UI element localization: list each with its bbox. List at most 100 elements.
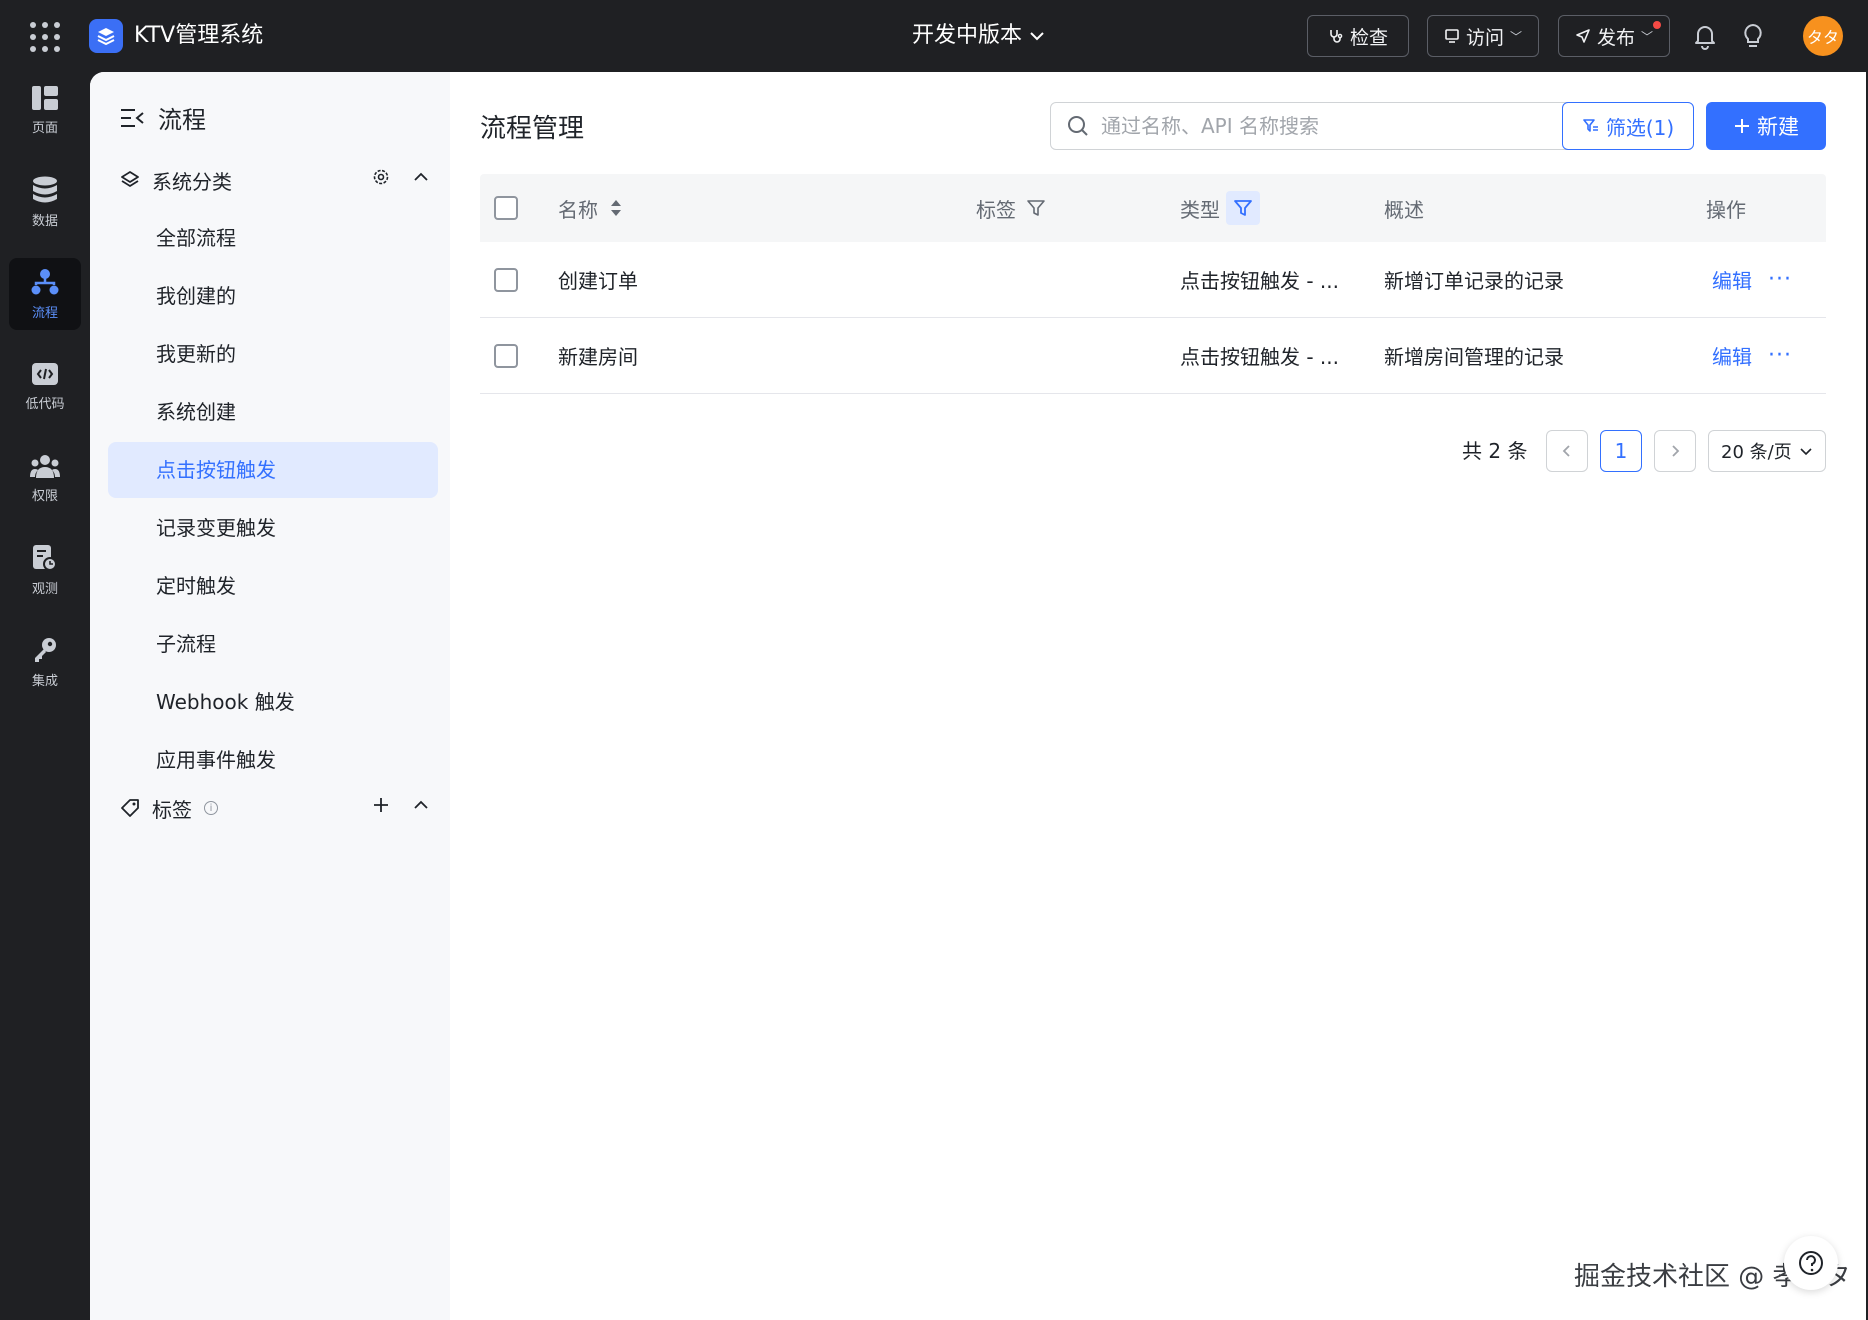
- filter-icon[interactable]: [1026, 198, 1046, 218]
- sidebar-item-all[interactable]: 全部流程: [108, 210, 438, 266]
- visit-label: 访问: [1465, 26, 1504, 49]
- new-label: 新建: [1757, 115, 1799, 139]
- table-header: 名称 标签 类型 概述 操作: [480, 174, 1826, 242]
- users-icon: [30, 454, 60, 478]
- sidebar-item-webhook-trigger[interactable]: Webhook 触发: [108, 674, 438, 730]
- search-box[interactable]: [1050, 102, 1634, 150]
- sidebar-item-subflow[interactable]: 子流程: [108, 616, 438, 672]
- sidebar-item-created-by-me[interactable]: 我创建的: [108, 268, 438, 324]
- sidebar-item-app-event-trigger[interactable]: 应用事件触发: [108, 732, 438, 788]
- plus-icon: [1735, 119, 1749, 133]
- sort-icon[interactable]: [610, 198, 622, 218]
- help-icon: [1799, 1251, 1823, 1275]
- chevron-down-icon: ﹀: [1510, 29, 1523, 44]
- page-size-label: 20 条/页: [1721, 442, 1792, 463]
- next-page-button[interactable]: [1654, 430, 1696, 472]
- page-title: 流程管理: [480, 114, 585, 144]
- sidebar-item-record-change-trigger[interactable]: 记录变更触发: [108, 500, 438, 556]
- row-desc: 新增订单记录的记录: [1384, 269, 1564, 293]
- pagination-total: 共 2 条: [1462, 439, 1528, 463]
- rail-label: 流程: [31, 305, 58, 321]
- pages-icon: [32, 85, 58, 110]
- flow-icon: [31, 268, 59, 294]
- app-grid-icon[interactable]: [30, 22, 60, 52]
- rail-item-integration[interactable]: 集成: [9, 626, 81, 698]
- chevron-down-icon: [1030, 32, 1044, 41]
- row-checkbox[interactable]: [494, 343, 518, 368]
- filter-button[interactable]: 筛选(1): [1562, 102, 1694, 150]
- page-button-current[interactable]: 1: [1600, 430, 1642, 472]
- chevron-up-icon[interactable]: [412, 796, 430, 814]
- gear-icon[interactable]: [372, 168, 390, 186]
- chevron-left-icon: [1562, 445, 1570, 457]
- version-selector[interactable]: 开发中版本: [912, 20, 1046, 52]
- info-icon[interactable]: i: [204, 801, 218, 815]
- main-area: 流程 系统分类 全部流程 我创建的 我更新的 系统创建 点击按钮触发 记录变更触…: [90, 72, 1866, 1320]
- search-input[interactable]: [1101, 114, 1581, 138]
- app-logo-icon: [89, 19, 123, 53]
- check-button[interactable]: 检查: [1307, 15, 1409, 57]
- chevron-up-icon[interactable]: [412, 168, 430, 186]
- edit-link[interactable]: 编辑: [1712, 318, 1752, 393]
- col-tag-label: 标签: [976, 197, 1016, 222]
- table-row[interactable]: 新建房间 点击按钮触发 - ... 新增房间管理的记录 编辑 ···: [480, 318, 1826, 394]
- rail-label: 集成: [31, 673, 58, 689]
- publish-label: 发布: [1596, 26, 1635, 49]
- filter-label: 筛选(1): [1605, 115, 1675, 140]
- row-checkbox[interactable]: [494, 267, 518, 292]
- key-icon: [35, 637, 56, 662]
- rail-label: 页面: [31, 120, 58, 136]
- row-type: 点击按钮触发 - ...: [1180, 269, 1340, 293]
- publish-button[interactable]: 发布 ﹀: [1558, 15, 1670, 57]
- rail-label: 观测: [31, 581, 58, 597]
- rail-item-pages[interactable]: 页面: [9, 74, 81, 146]
- version-label: 开发中版本: [912, 23, 1023, 48]
- more-actions-icon[interactable]: ···: [1768, 242, 1792, 317]
- rail-item-permission[interactable]: 权限: [9, 442, 81, 514]
- more-actions-icon[interactable]: ···: [1768, 318, 1792, 393]
- flow-table: 名称 标签 类型 概述 操作 创建订单 点击按钮触发 - ... 新增订单记录的…: [480, 174, 1826, 394]
- check-label: 检查: [1349, 26, 1388, 49]
- row-name[interactable]: 新建房间: [558, 318, 638, 393]
- col-desc: 概述: [1384, 197, 1424, 222]
- rail-label: 权限: [31, 488, 58, 504]
- avatar[interactable]: タタ: [1803, 16, 1843, 56]
- rail-item-data[interactable]: 数据: [9, 166, 81, 238]
- edit-link[interactable]: 编辑: [1712, 242, 1752, 317]
- table-row[interactable]: 创建订单 点击按钮触发 - ... 新增订单记录的记录 编辑 ···: [480, 242, 1826, 318]
- sidebar-title: 流程: [158, 106, 206, 134]
- lightbulb-icon[interactable]: [1741, 22, 1765, 50]
- row-name[interactable]: 创建订单: [558, 242, 638, 317]
- select-all-checkbox[interactable]: [494, 196, 518, 220]
- filter-icon: [1583, 119, 1598, 132]
- top-bar: KTV管理系统 开发中版本 检查 访问 ﹀ 发布 ﹀ タタ: [0, 0, 1868, 72]
- plus-icon[interactable]: [372, 796, 390, 814]
- col-name[interactable]: 名称: [558, 174, 622, 242]
- sidebar-item-button-trigger[interactable]: 点击按钮触发: [108, 442, 438, 498]
- group-system-category[interactable]: 系统分类: [120, 162, 440, 198]
- bell-icon[interactable]: [1692, 22, 1718, 50]
- prev-page-button[interactable]: [1546, 430, 1588, 472]
- sidebar-item-system-created[interactable]: 系统创建: [108, 384, 438, 440]
- group-tags[interactable]: 标签 i: [120, 790, 440, 826]
- filter-active-icon[interactable]: [1226, 191, 1260, 225]
- rail-item-lowcode[interactable]: 低代码: [9, 350, 81, 422]
- monitor-icon: [33, 544, 57, 571]
- sidebar-header: 流程: [120, 100, 206, 135]
- rail-item-flow[interactable]: 流程: [9, 258, 81, 330]
- code-icon: [32, 362, 58, 385]
- page-size-select[interactable]: 20 条/页: [1708, 430, 1826, 472]
- notification-dot: [1653, 21, 1661, 29]
- row-checkbox-cell: [494, 242, 518, 317]
- new-button[interactable]: 新建: [1706, 102, 1826, 150]
- chevron-down-icon: [1800, 448, 1812, 456]
- collapse-menu-icon[interactable]: [120, 107, 144, 129]
- help-button[interactable]: [1784, 1236, 1838, 1290]
- search-icon: [1068, 116, 1088, 136]
- col-tag: 标签: [976, 174, 1046, 242]
- sidebar-item-updated-by-me[interactable]: 我更新的: [108, 326, 438, 382]
- rail-item-observe[interactable]: 观测: [9, 534, 81, 606]
- sidebar-item-scheduled-trigger[interactable]: 定时触发: [108, 558, 438, 614]
- visit-button[interactable]: 访问 ﹀: [1427, 15, 1539, 57]
- layers-icon: [121, 171, 139, 187]
